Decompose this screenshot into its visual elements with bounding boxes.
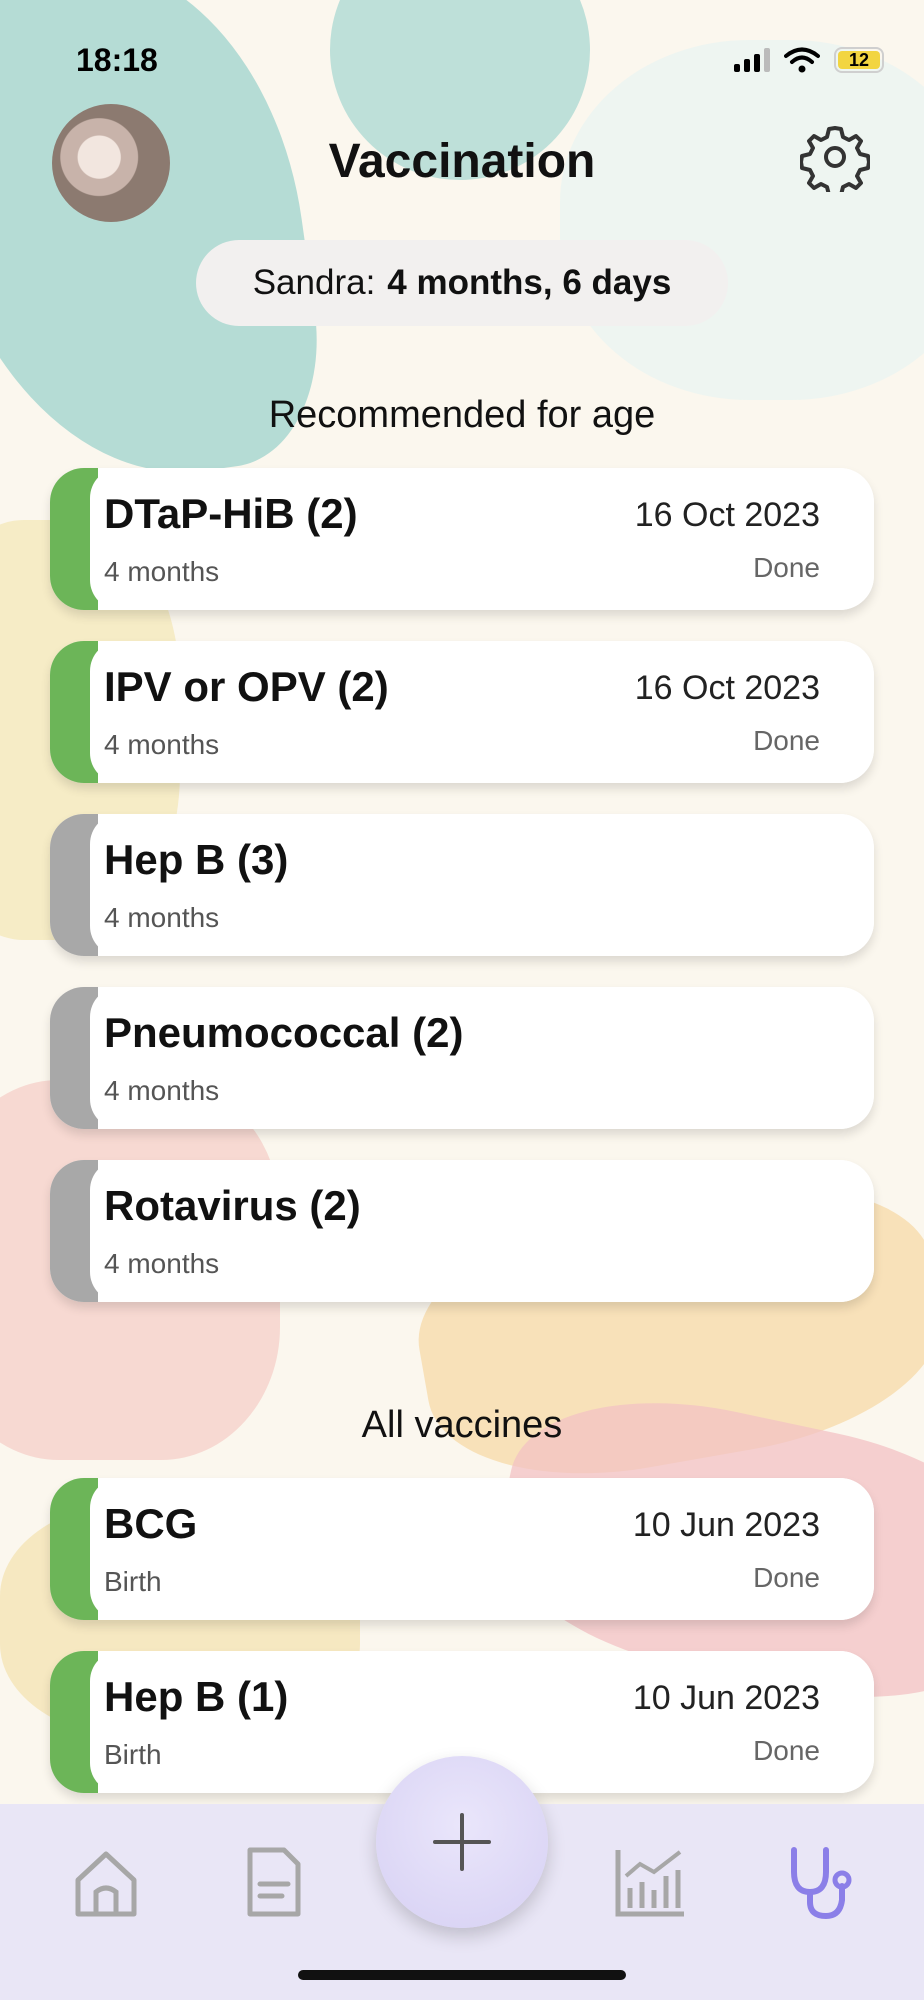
card-body bbox=[90, 1478, 874, 1620]
add-vaccine-button[interactable] bbox=[376, 1756, 548, 1928]
stethoscope-icon[interactable] bbox=[780, 1842, 860, 1922]
vaccine-name: Pneumococcal (2) bbox=[104, 1009, 464, 1056]
battery-level: 12 bbox=[838, 50, 880, 70]
wifi-icon bbox=[784, 47, 820, 73]
vaccine-date: 16 Oct 2023 bbox=[634, 496, 820, 534]
vaccine-age: 4 months bbox=[104, 556, 220, 587]
vaccine-age: 4 months bbox=[104, 1248, 220, 1279]
child-name: Sandra: bbox=[252, 263, 376, 302]
vaccine-date: 16 Oct 2023 bbox=[634, 669, 820, 707]
vaccine-name: DTaP-HiB (2) bbox=[104, 490, 358, 537]
vaccine-status: Done bbox=[753, 725, 820, 756]
section-all-vaccines: All vaccines bbox=[361, 1404, 563, 1446]
section-recommended: Recommended for age bbox=[268, 394, 656, 436]
gear-icon[interactable] bbox=[800, 122, 870, 192]
vaccine-status: Done bbox=[753, 1735, 820, 1766]
vaccine-card[interactable]: IPV or OPV (2) 4 months 16 Oct 2023 Done bbox=[50, 641, 874, 783]
vaccine-status: Done bbox=[753, 1562, 820, 1593]
signal-icon bbox=[734, 48, 770, 72]
vaccine-name: Rotavirus (2) bbox=[104, 1182, 361, 1229]
vaccine-card[interactable]: Rotavirus (2) 4 months bbox=[50, 1160, 874, 1302]
vaccine-name: BCG bbox=[104, 1500, 198, 1547]
vaccine-name: Hep B (3) bbox=[104, 836, 289, 883]
home-indicator bbox=[298, 1970, 626, 1980]
child-age-pill[interactable]: Sandra: 4 months, 6 days bbox=[196, 240, 728, 326]
plus-icon bbox=[433, 1813, 491, 1871]
vaccine-date: 10 Jun 2023 bbox=[632, 1506, 820, 1544]
vaccine-age: 4 months bbox=[104, 1075, 220, 1106]
chart-icon[interactable] bbox=[610, 1842, 690, 1922]
header: Vaccination bbox=[0, 96, 924, 236]
vaccine-status: Done bbox=[753, 552, 820, 583]
vaccine-name: Hep B (1) bbox=[104, 1673, 289, 1720]
vaccine-card[interactable]: BCG Birth 10 Jun 2023 Done bbox=[50, 1478, 874, 1620]
child-age: 4 months, 6 days bbox=[387, 263, 672, 302]
document-icon[interactable] bbox=[234, 1842, 314, 1922]
vaccine-card[interactable]: DTaP-HiB (2) 4 months 16 Oct 2023 Done bbox=[50, 468, 874, 610]
vaccine-date: 10 Jun 2023 bbox=[632, 1679, 820, 1717]
vaccine-age: Birth bbox=[104, 1739, 162, 1770]
status-time: 18:18 bbox=[76, 41, 158, 78]
status-bar: 18:18 12 bbox=[76, 38, 884, 82]
home-icon[interactable] bbox=[66, 1842, 146, 1922]
vaccine-age: Birth bbox=[104, 1566, 162, 1597]
page-title: Vaccination bbox=[328, 135, 596, 188]
vaccine-age: 4 months bbox=[104, 729, 220, 760]
vaccine-age: 4 months bbox=[104, 902, 220, 933]
vaccine-card[interactable]: Hep B (3) 4 months bbox=[50, 814, 874, 956]
vaccine-card[interactable]: Pneumococcal (2) 4 months bbox=[50, 987, 874, 1129]
battery-icon: 12 bbox=[834, 47, 884, 73]
vaccine-name: IPV or OPV (2) bbox=[104, 663, 389, 710]
